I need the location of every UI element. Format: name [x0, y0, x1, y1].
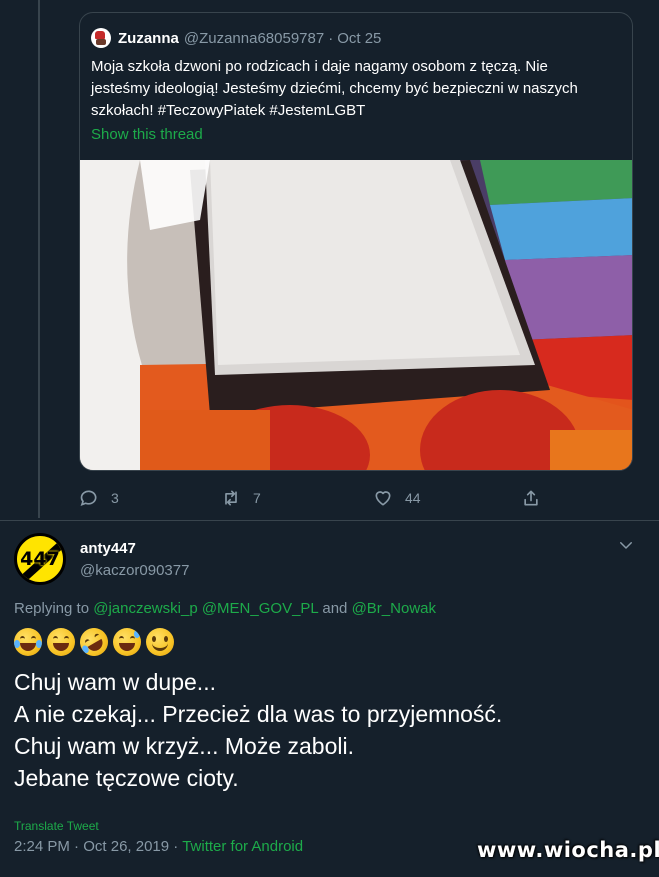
like-button[interactable]: 44 [373, 488, 421, 508]
meta-separator: · [173, 838, 179, 855]
retweet-count: 7 [253, 490, 261, 506]
reply-icon [80, 490, 97, 507]
author-handle[interactable]: @kaczor090377 [80, 562, 189, 579]
quoted-tweet-photo[interactable] [80, 160, 632, 470]
quoted-text-line: jesteśmy ideologią! Jesteśmy dziećmi, ch… [91, 80, 578, 97]
heart-icon [375, 491, 391, 506]
show-thread-link[interactable]: Show this thread [91, 126, 203, 143]
share-button[interactable] [521, 488, 553, 508]
rolling-on-floor-laughing-icon [74, 622, 114, 662]
tweet-text-line: Chuj wam w krzyż... Może zaboli. [14, 733, 354, 759]
tweet-divider [0, 520, 659, 521]
quoted-separator: · [328, 29, 334, 47]
like-count: 44 [405, 490, 421, 506]
replying-prefix: Replying to [14, 600, 90, 617]
tweet-action-bar: 3 7 44 [0, 488, 659, 512]
mention-joiner: and [322, 600, 348, 617]
tweet-text-line: Jebane tęczowe cioty. [14, 765, 239, 791]
mention-link[interactable]: @janczewski_p [93, 600, 197, 617]
site-watermark: www.wiocha.pl [477, 838, 659, 862]
retweet-button[interactable]: 7 [221, 488, 261, 508]
chevron-down-icon[interactable] [617, 536, 635, 554]
tweet-time[interactable]: 2:24 PM [14, 838, 70, 855]
author-name[interactable]: anty447 [80, 540, 136, 557]
translate-tweet-link[interactable]: Translate Tweet [14, 819, 99, 833]
face-with-tears-of-joy-icon [14, 628, 42, 656]
tweet-text: Chuj wam w dupe... A nie czekaj... Przec… [14, 666, 502, 794]
avatar-number: 447 [20, 548, 60, 570]
reply-button[interactable]: 3 [79, 488, 119, 508]
quoted-author-name[interactable]: Zuzanna [118, 30, 179, 47]
tweet-date[interactable]: Oct 26, 2019 [83, 838, 169, 855]
quoted-text-line: szkołach! #TeczowyPiatek #JestemLGBT [91, 102, 366, 119]
grinning-squinting-face-icon [47, 628, 75, 656]
mention-link[interactable]: @MEN_GOV_PL [202, 600, 318, 617]
meta-separator: · [74, 838, 80, 855]
quoted-tweet-header: Zuzanna @Zuzanna68059787 · Oct 25 [91, 27, 381, 49]
tweet-text-line: Chuj wam w dupe... [14, 669, 216, 695]
rainbow-paper-photo [80, 160, 632, 470]
share-icon [524, 490, 538, 506]
quoted-date[interactable]: Oct 25 [337, 30, 381, 47]
quoted-text-line: Moja szkoła dzwoni po rodzicach i daje n… [91, 58, 548, 75]
author-avatar[interactable]: 447 [14, 533, 66, 585]
mention-link[interactable]: @Br_Nowak [352, 600, 436, 617]
emoji-row [14, 622, 179, 662]
smiling-face-icon [146, 628, 174, 656]
quoted-author-handle[interactable]: @Zuzanna68059787 [184, 30, 324, 47]
tweet-meta: 2:24 PM · Oct 26, 2019 · Twitter for And… [14, 838, 303, 855]
tweet-text-line: A nie czekaj... Przecież dla was to przy… [14, 701, 503, 727]
thread-connector-line [38, 0, 40, 518]
quoted-tweet-text: Moja szkoła dzwoni po rodzicach i daje n… [91, 56, 621, 122]
tweet-source[interactable]: Twitter for Android [182, 838, 303, 855]
retweet-icon [225, 490, 237, 506]
replying-to-line: Replying to @janczewski_p @MEN_GOV_PL an… [14, 600, 436, 617]
quoted-author-avatar[interactable] [91, 28, 111, 48]
quoted-tweet-card[interactable]: Zuzanna @Zuzanna68059787 · Oct 25 Moja s… [79, 12, 633, 471]
tweet-page: Zuzanna @Zuzanna68059787 · Oct 25 Moja s… [0, 0, 659, 877]
reply-count: 3 [111, 490, 119, 506]
grinning-face-with-sweat-icon [113, 628, 141, 656]
